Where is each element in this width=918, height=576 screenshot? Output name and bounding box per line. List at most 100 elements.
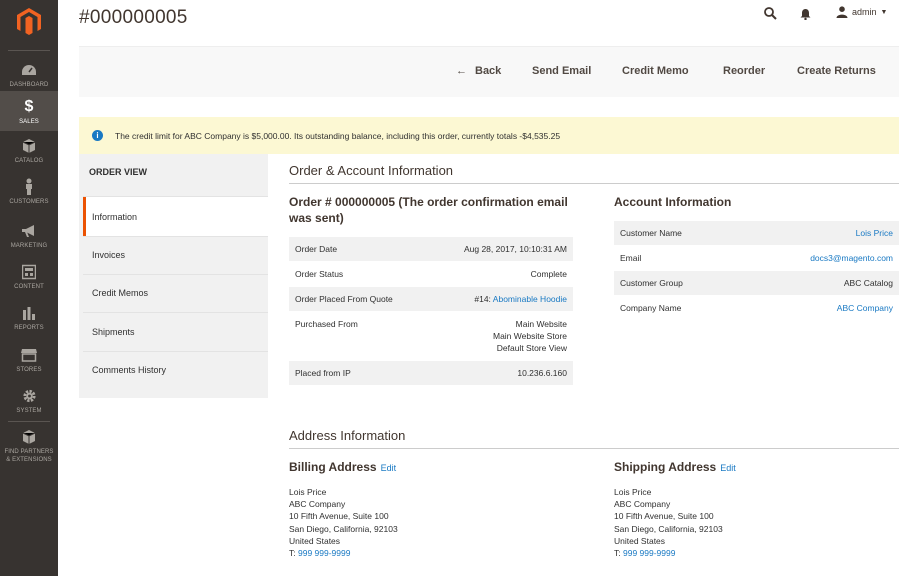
row-label: Customer Name (620, 228, 682, 238)
reorder-button[interactable]: Reorder (723, 65, 765, 77)
section-divider (289, 183, 899, 184)
address-line: 10 Fifth Avenue, Suite 100 (614, 511, 714, 522)
nav-label: & Extensions (6, 457, 52, 463)
credit-memo-button[interactable]: Credit Memo (622, 65, 689, 77)
store-view-name: Default Store View (496, 343, 567, 354)
email-link[interactable]: docs3@magento.com (810, 253, 893, 263)
nav-label: Stores (16, 367, 42, 373)
billing-phone-link[interactable]: 999 999-9999 (298, 548, 350, 558)
row-label: Placed from IP (295, 368, 351, 378)
company-name-link[interactable]: ABC Company (837, 303, 893, 313)
phone-line: T: 999 999-9999 (289, 547, 398, 559)
admin-sidebar: Dashboard $ Sales Catalog Customers Mark… (0, 0, 58, 576)
purchased-from-row: Purchased From Main Website Main Website… (289, 318, 573, 358)
row-label: Order Placed From Quote (295, 294, 393, 304)
order-view-tabs: Order View Information Invoices Credit M… (79, 154, 268, 398)
megaphone-icon (22, 225, 34, 237)
back-label: Back (475, 65, 502, 77)
customer-name-link[interactable]: Lois Price (856, 228, 893, 238)
magento-logo[interactable] (17, 8, 41, 36)
quote-value: #14: Abominable Hoodie (474, 294, 567, 304)
phone-prefix: T: (614, 548, 623, 559)
store-name: Main Website Store (492, 331, 567, 342)
placed-ip-row: Placed from IP 10.236.6.160 (289, 361, 573, 385)
nav-label: Reports (14, 325, 44, 331)
arrow-left-icon: ← (456, 65, 467, 77)
chevron-down-icon: ▼ (880, 8, 888, 16)
address-line: Lois Price (614, 487, 652, 497)
order-date-row: Order Date Aug 28, 2017, 10:10:31 AM (289, 237, 573, 261)
tab-shipments[interactable]: Shipments (83, 312, 268, 351)
create-returns-button[interactable]: Create Returns (797, 65, 876, 77)
tab-information[interactable]: Information (83, 197, 268, 236)
row-label: Email (620, 253, 642, 263)
nav-stores[interactable]: Stores (0, 346, 58, 380)
row-label: Customer Group (620, 278, 683, 288)
nav-label: Dashboard (9, 82, 49, 88)
customer-name-row: Customer Name Lois Price (614, 221, 899, 245)
store-icon (21, 349, 37, 362)
tab-comments-history[interactable]: Comments History (83, 350, 268, 389)
admin-username: admin (852, 7, 877, 17)
row-label: Order Date (295, 244, 338, 254)
address-line: ABC Company (289, 499, 346, 510)
layout-icon (22, 264, 36, 280)
section-divider (289, 448, 899, 449)
credit-limit-notice: i The credit limit for ABC Company is $5… (79, 117, 899, 154)
customer-group-value: ABC Catalog (843, 278, 893, 288)
admin-user-menu[interactable]: admin ▼ (836, 6, 887, 18)
shipping-title-text: Shipping Address (614, 460, 717, 474)
page-title: #000000005 (79, 7, 188, 28)
customer-group-row: Customer Group ABC Catalog (614, 271, 899, 295)
nav-label: Sales (19, 119, 39, 125)
billing-address-title: Billing Address Edit (289, 460, 396, 474)
nav-dashboard[interactable]: Dashboard (0, 56, 58, 90)
address-line: San Diego, California, 92103 (614, 523, 723, 534)
tab-credit-memos[interactable]: Credit Memos (83, 273, 268, 312)
phone-prefix: T: (289, 548, 298, 559)
nav-content[interactable]: Content (0, 263, 58, 297)
quote-number: #14: (474, 294, 493, 304)
notice-text: The credit limit for ABC Company is $5,0… (115, 130, 561, 141)
nav-label: Marketing (10, 243, 48, 249)
nav-find-partners[interactable]: Find Partners & Extensions (0, 428, 58, 468)
order-quote-row: Order Placed From Quote #14: Abominable … (289, 287, 573, 311)
address-line: 10 Fifth Avenue, Suite 100 (289, 511, 389, 522)
user-icon (836, 6, 848, 18)
nav-divider (8, 421, 50, 422)
order-status-row: Order Status Complete (289, 262, 573, 286)
edit-shipping-link[interactable]: Edit (720, 463, 736, 473)
send-email-button[interactable]: Send Email (532, 65, 591, 77)
nav-marketing[interactable]: Marketing (0, 222, 58, 256)
edit-billing-link[interactable]: Edit (381, 463, 397, 473)
company-name-row: Company Name ABC Company (614, 296, 899, 320)
website-name: Main Website (515, 319, 567, 329)
dollar-icon: $ (24, 98, 34, 115)
shipping-address-title: Shipping Address Edit (614, 460, 736, 474)
row-label: Company Name (620, 303, 682, 313)
nav-sales[interactable]: $ Sales (0, 91, 58, 131)
nav-system[interactable]: System (0, 387, 58, 421)
nav-catalog[interactable]: Catalog (0, 137, 58, 171)
tab-invoices[interactable]: Invoices (83, 235, 268, 274)
billing-address: Lois Price ABC Company 10 Fifth Avenue, … (289, 486, 398, 559)
bell-icon[interactable] (800, 8, 811, 20)
nav-reports[interactable]: Reports (0, 304, 58, 338)
shipping-phone-link[interactable]: 999 999-9999 (623, 548, 675, 558)
address-line: United States (614, 535, 666, 546)
nav-label: Find Partners (4, 449, 54, 455)
shipping-address: Lois Price ABC Company 10 Fifth Avenue, … (614, 486, 723, 559)
person-icon (26, 178, 32, 195)
gear-icon (22, 389, 36, 403)
billing-title-text: Billing Address (289, 460, 377, 474)
nav-label: System (16, 408, 42, 414)
account-info-title: Account Information (614, 195, 732, 209)
nav-label: Customers (9, 199, 49, 205)
back-button[interactable]: ← Back (456, 65, 501, 77)
nav-customers[interactable]: Customers (0, 178, 58, 212)
search-icon[interactable] (764, 7, 777, 20)
address-line: ABC Company (614, 499, 671, 510)
quote-link[interactable]: Abominable Hoodie (493, 294, 567, 304)
section-title-address: Address Information (289, 428, 406, 443)
address-line: United States (289, 535, 341, 546)
